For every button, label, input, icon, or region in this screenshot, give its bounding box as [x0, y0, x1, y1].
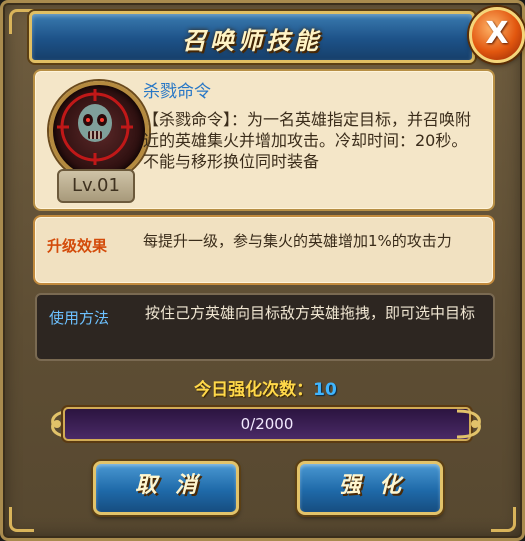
daily-count-value: 10: [313, 380, 337, 400]
upgrade-effect-text: 每提升一级，参与集火的英雄增加1%的攻击力: [143, 232, 452, 250]
usage-panel: 使用方法 按住己方英雄向目标敌方英雄拖拽，即可选中目标: [35, 293, 495, 361]
upgrade-progress-bar: 0/2000: [63, 407, 471, 441]
usage-label: 使用方法: [49, 309, 110, 327]
corner-ornament: [9, 507, 34, 532]
skill-dialog: 召唤师技能 X Lv.01 杀戮命令 【杀戮命令】：为一名英雄指定目标，并召唤附…: [0, 0, 525, 541]
cancel-button[interactable]: 取消: [93, 461, 239, 515]
usage-text: 按住己方英雄向目标敌方英雄拖拽，即可选中目标: [145, 304, 476, 322]
close-button[interactable]: X: [469, 7, 525, 63]
daily-upgrade-count: 今日强化次数：10: [3, 375, 525, 400]
zombie-skull-icon: [57, 89, 133, 165]
upgrade-button[interactable]: 强化: [297, 461, 443, 515]
skill-level-badge: Lv.01: [57, 169, 135, 203]
upgrade-effect-panel: 升级效果 每提升一级，参与集火的英雄增加1%的攻击力: [33, 215, 495, 285]
skill-info-panel: Lv.01 杀戮命令 【杀戮命令】：为一名英雄指定目标，并召唤附近的英雄集火并增…: [33, 69, 495, 211]
skill-name: 杀戮命令: [143, 82, 211, 102]
close-icon: X: [485, 16, 509, 51]
skill-icon: [49, 81, 149, 181]
progress-text: 0/2000: [240, 415, 294, 433]
corner-ornament: [491, 507, 516, 532]
scroll-ornament-icon: [456, 409, 481, 439]
title-bar: 召唤师技能: [29, 11, 475, 63]
dialog-title: 召唤师技能: [182, 27, 322, 55]
skill-description: 【杀戮命令】：为一名英雄指定目标，并召唤附近的英雄集火并增加攻击。冷却时间：20…: [143, 110, 472, 171]
daily-count-label: 今日强化次数：: [194, 380, 314, 400]
upgrade-effect-label: 升级效果: [47, 237, 108, 255]
